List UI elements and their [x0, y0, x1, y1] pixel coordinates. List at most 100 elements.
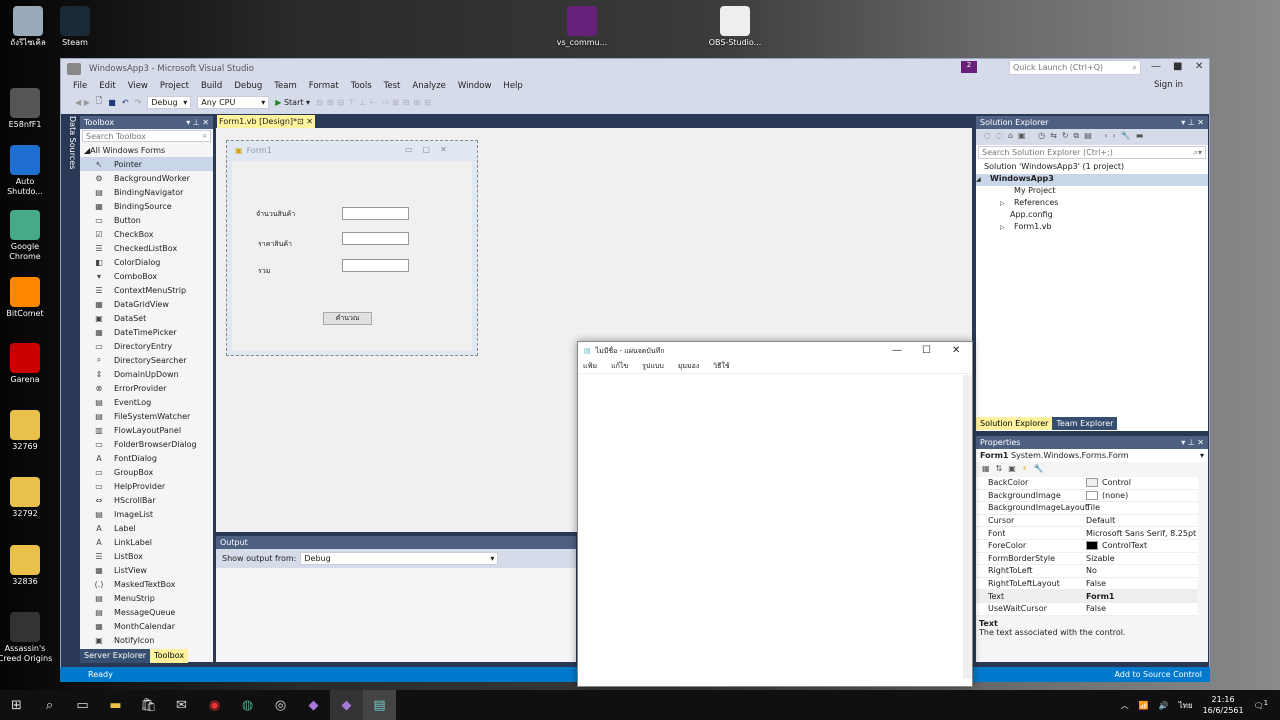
property-row-backgroundimagelayout[interactable]: BackgroundImageLayout Tile	[976, 502, 1198, 515]
notepad-taskbar-icon[interactable]: ▤	[363, 690, 396, 720]
toolbox-item-datagridview[interactable]: ▦ DataGridView	[80, 297, 213, 311]
output-source-select[interactable]: Debug ▾	[300, 552, 499, 565]
tab-toolbox[interactable]: Toolbox	[150, 649, 189, 663]
platform-select[interactable]: Any CPU ▾	[197, 95, 270, 109]
toolbox-item-bindingsource[interactable]: ▦ BindingSource	[80, 199, 213, 213]
toolbox-item-listview[interactable]: ▦ ListView	[80, 563, 213, 577]
notification-badge[interactable]: 2	[961, 61, 977, 73]
textbox-quantity[interactable]	[342, 207, 409, 220]
object-selector[interactable]: Form1 System.Windows.Forms.Form ▾	[976, 449, 1208, 462]
expand-arrow-icon[interactable]: ▷	[1000, 200, 1014, 207]
back-icon[interactable]: ◀ ▶	[75, 98, 90, 107]
toolbox-item-fontdialog[interactable]: A FontDialog	[80, 451, 213, 465]
undo-icon[interactable]: ↶	[122, 98, 129, 107]
property-row-righttoleft[interactable]: RightToLeft No	[976, 565, 1198, 578]
toolbox-item-imagelist[interactable]: ▤ ImageList	[80, 507, 213, 521]
toolbox-group[interactable]: ◢ All Windows Forms	[80, 143, 213, 157]
language-indicator[interactable]: ไทย	[1179, 699, 1193, 712]
menu-help[interactable]: Help	[497, 81, 528, 91]
toolbox-item-directorysearcher[interactable]: ⌕ DirectorySearcher	[80, 353, 213, 367]
property-value-cell[interactable]: Default	[1086, 516, 1115, 525]
chevron-up-icon[interactable]: ︿	[1121, 700, 1129, 711]
desktop-icon[interactable]: E58nfF1	[0, 88, 53, 130]
solution-tree-item[interactable]: ◢ WindowsApp3	[976, 174, 1208, 186]
task-view-icon[interactable]: ▭	[66, 690, 99, 720]
toolbox-item-groupbox[interactable]: ▭ GroupBox	[80, 465, 213, 479]
toolbox-item-errorprovider[interactable]: ⊗ ErrorProvider	[80, 381, 213, 395]
toolbox-item-pointer[interactable]: ↖ Pointer	[80, 157, 213, 171]
toolbox-item-checkedlistbox[interactable]: ☰ CheckedListBox	[80, 241, 213, 255]
redo-icon[interactable]: ↷	[135, 98, 142, 107]
toolbox-item-button[interactable]: ▭ Button	[80, 213, 213, 227]
tab-team-explorer[interactable]: Team Explorer	[1052, 417, 1118, 430]
network-icon[interactable]: 📶	[1139, 701, 1149, 710]
menu-window[interactable]: Window	[452, 81, 498, 91]
toolbox-item-messagequeue[interactable]: ▤ MessageQueue	[80, 605, 213, 619]
expand-arrow-icon[interactable]: ▷	[1000, 224, 1014, 231]
toolbox-item-menustrip[interactable]: ▤ MenuStrip	[80, 591, 213, 605]
configuration-select[interactable]: Debug ▾	[147, 95, 192, 109]
toolbox-item-colordialog[interactable]: ◧ ColorDialog	[80, 255, 213, 269]
toolbox-item-dataset[interactable]: ▣ DataSet	[80, 311, 213, 325]
toolbox-item-helpprovider[interactable]: ▭ HelpProvider	[80, 479, 213, 493]
property-value-cell[interactable]: False	[1086, 579, 1106, 588]
data-sources-tab[interactable]: Data Sources	[63, 116, 77, 176]
toolbox-item-bindingnavigator[interactable]: ▤ BindingNavigator	[80, 185, 213, 199]
file-explorer-icon[interactable]: ▬	[99, 690, 132, 720]
new-project-icon[interactable]: 🗋	[96, 95, 102, 109]
menu-analyze[interactable]: Analyze	[406, 81, 452, 91]
notepad-scrollbar[interactable]	[963, 375, 972, 679]
toolbox-item-linklabel[interactable]: A LinkLabel	[80, 535, 213, 549]
property-value-cell[interactable]: No	[1086, 566, 1097, 575]
property-row-backcolor[interactable]: BackColor Control	[976, 477, 1198, 490]
desktop-icon[interactable]: 32792	[0, 477, 53, 519]
property-value-cell[interactable]: Tile	[1086, 503, 1100, 512]
toolbox-item-eventlog[interactable]: ▤ EventLog	[80, 395, 213, 409]
property-row-backgroundimage[interactable]: BackgroundImage (none)	[976, 490, 1198, 503]
form1-designer[interactable]: ▣ Form1 ▭▢✕ จำนวนสินค้า ราคาสินค้า รวม คำ…	[226, 140, 478, 356]
add-to-source-control[interactable]: Add to Source Control	[1114, 670, 1202, 679]
menu-view[interactable]: View	[122, 81, 154, 91]
solution-tree-item[interactable]: ▷ Form1.vb	[976, 222, 1208, 234]
toolbox-item-label[interactable]: A Label	[80, 521, 213, 535]
toolbox-item-monthcalendar[interactable]: ▦ MonthCalendar	[80, 619, 213, 633]
desktop-icon[interactable]: vs_commu...	[554, 6, 610, 48]
notepad-close-button[interactable]: ✕	[952, 345, 960, 356]
notepad-menu-item[interactable]: รูปแบบ	[642, 361, 664, 372]
start-button[interactable]: ▶ Start ▾	[275, 98, 310, 107]
menu-edit[interactable]: Edit	[93, 81, 121, 91]
sign-in-link[interactable]: Sign in	[1154, 80, 1183, 90]
toolbox-item-combobox[interactable]: ▾ ComboBox	[80, 269, 213, 283]
toolbox-item-notifyicon[interactable]: ▣ NotifyIcon	[80, 633, 213, 647]
minimize-button[interactable]: —	[1151, 61, 1161, 72]
start-button-windows-icon[interactable]: ⊞	[0, 690, 33, 720]
quick-launch-input[interactable]: Quick Launch (Ctrl+Q) ⌕	[1009, 60, 1141, 75]
menu-format[interactable]: Format	[303, 81, 345, 91]
visual-studio-active-icon[interactable]: ◆	[330, 690, 363, 720]
obs-icon[interactable]: ◎	[264, 690, 297, 720]
desktop-icon[interactable]: Auto Shutdo...	[0, 145, 53, 197]
mail-icon[interactable]: ✉	[165, 690, 198, 720]
property-value-cell[interactable]: Control	[1086, 478, 1131, 488]
desktop-icon[interactable]: 32836	[0, 545, 53, 587]
desktop-icon[interactable]: Assassin's Creed Origins	[0, 612, 53, 664]
property-value-cell[interactable]: Sizable	[1086, 554, 1115, 563]
visual-studio-icon[interactable]: ◆	[297, 690, 330, 720]
toolbox-item-backgroundworker[interactable]: ⚙ BackgroundWorker	[80, 171, 213, 185]
solution-search[interactable]: Search Solution Explorer (Ctrl+;) ⌕▾	[978, 146, 1206, 159]
expand-arrow-icon[interactable]: ◢	[976, 176, 990, 183]
notepad-menu-item[interactable]: แฟ้ม	[583, 361, 597, 372]
tab-solution-explorer[interactable]: Solution Explorer	[976, 417, 1053, 430]
action-center-icon[interactable]: 🗨1	[1254, 699, 1268, 711]
menu-tools[interactable]: Tools	[345, 81, 378, 91]
menu-test[interactable]: Test	[378, 81, 407, 91]
toolbox-item-datetimepicker[interactable]: ▦ DateTimePicker	[80, 325, 213, 339]
save-icon[interactable]: ■	[108, 98, 116, 107]
notepad-menu-item[interactable]: มุมมอง	[678, 361, 699, 372]
garena-icon[interactable]: ◉	[198, 690, 231, 720]
property-row-usewaitcursor[interactable]: UseWaitCursor False	[976, 603, 1198, 616]
desktop-icon[interactable]: BitComet	[0, 277, 53, 319]
property-value-cell[interactable]: Form1	[1086, 592, 1114, 601]
toolbox-item-listbox[interactable]: ☰ ListBox	[80, 549, 213, 563]
property-value-cell[interactable]: (none)	[1086, 490, 1128, 500]
